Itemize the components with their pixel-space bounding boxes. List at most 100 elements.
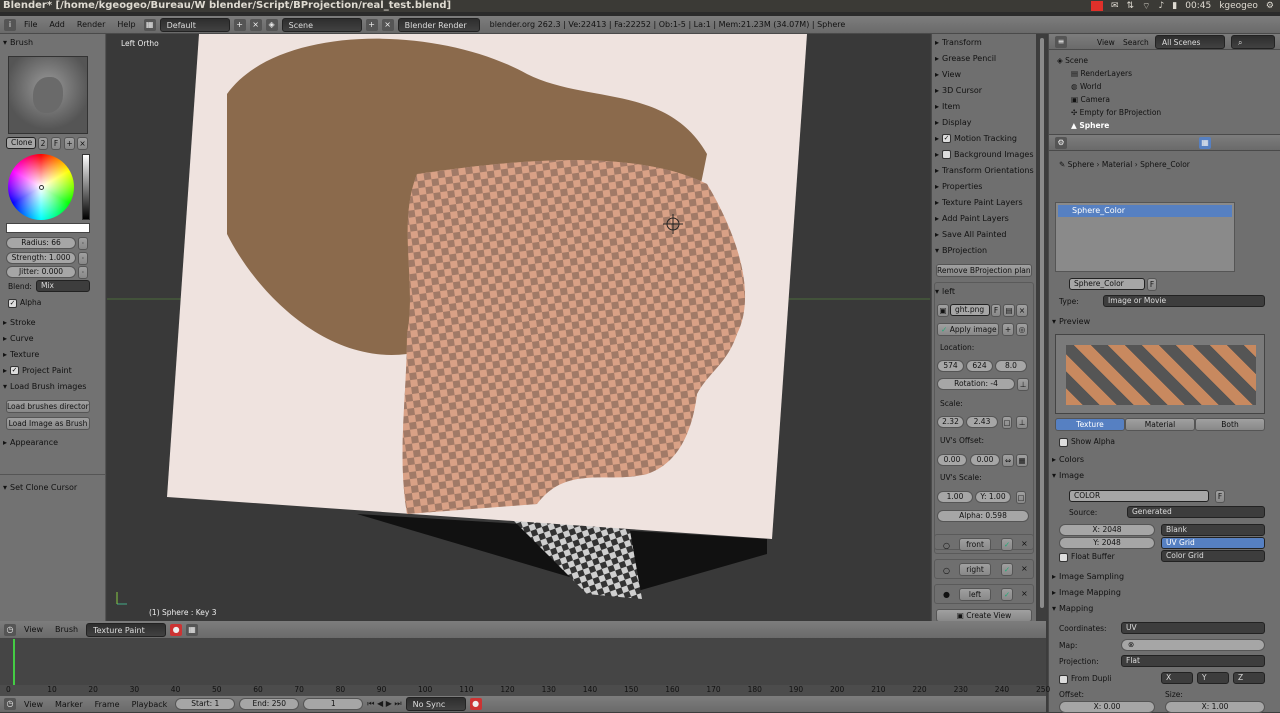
tree-renderlayers[interactable]: ▤ RenderLayers xyxy=(1071,69,1132,78)
timeline-ruler[interactable]: 0 10 20 30 40 50 60 70 80 90 100 110 120 130 140 150 160… xyxy=(0,685,1050,695)
timeline-menu-view[interactable]: View xyxy=(20,625,47,634)
image-source-dropdown[interactable]: Generated xyxy=(1127,506,1265,518)
project-paint-header[interactable]: ✓Project Paint xyxy=(2,364,102,378)
screen-icon[interactable]: ▦ xyxy=(143,18,156,31)
swap-horizontal-icon[interactable]: ⇔ xyxy=(1002,454,1014,467)
map-field[interactable]: ⊗ xyxy=(1121,639,1265,651)
remove-view-icon[interactable]: × xyxy=(1021,564,1028,573)
right-view-name[interactable]: right xyxy=(959,563,991,576)
check-icon[interactable]: ✓ xyxy=(1001,588,1013,601)
texture-tab-icon[interactable]: ▦ xyxy=(1199,137,1211,149)
location-x-field[interactable]: 574 xyxy=(937,360,964,372)
axis-x-dropdown[interactable]: X xyxy=(1161,672,1193,684)
tree-world[interactable]: ◍ World xyxy=(1071,82,1101,91)
value-slider[interactable] xyxy=(82,154,90,220)
tree-empty[interactable]: ✣ Empty for BProjection xyxy=(1071,108,1161,117)
tree-scene[interactable]: ◈ Scene xyxy=(1057,56,1088,65)
rotation-field[interactable]: Rotation: -4 xyxy=(937,378,1015,390)
image-panel-header[interactable]: Image xyxy=(1051,469,1151,483)
image-mapping-header[interactable]: Image Mapping xyxy=(1051,586,1151,600)
render-engine-dropdown[interactable]: Blender Render xyxy=(397,17,480,32)
viewport-scene[interactable] xyxy=(107,34,930,621)
color-wheel[interactable] xyxy=(8,154,74,220)
start-frame-field[interactable]: Start: 1 xyxy=(175,698,236,710)
size-x-field[interactable]: X: 1.00 xyxy=(1165,701,1265,713)
remove-view-icon[interactable]: × xyxy=(1021,589,1028,598)
image-name-field[interactable]: COLOR xyxy=(1069,490,1209,502)
check-icon[interactable]: ✓ xyxy=(1001,563,1013,576)
scale-axis-icon[interactable]: ⊥ xyxy=(1016,416,1028,429)
sort-icon[interactable]: ⇅ xyxy=(1127,1,1135,11)
right-view-row[interactable]: ○ right ✓ × xyxy=(934,559,1034,579)
brush-users[interactable]: 2 xyxy=(38,137,48,150)
view-header[interactable]: View xyxy=(934,68,1034,82)
menu-add[interactable]: Add xyxy=(45,20,69,29)
generated-x-field[interactable]: X: 2048 xyxy=(1059,524,1155,536)
set-clone-cursor-header[interactable]: Set Clone Cursor xyxy=(2,481,102,495)
tree-sphere[interactable]: ▲ Sphere xyxy=(1071,121,1109,130)
add-scene-icon[interactable]: + xyxy=(365,18,378,31)
radius-field[interactable]: Radius: 66 xyxy=(6,237,76,249)
check-icon[interactable]: ✓ xyxy=(1001,538,1013,551)
image-fake-user[interactable]: F xyxy=(1215,490,1225,503)
generated-y-field[interactable]: Y: 2048 xyxy=(1059,537,1155,549)
strength-field[interactable]: Strength: 1.000 xyxy=(6,252,76,264)
timeline-menu-playback[interactable]: Playback xyxy=(128,700,172,709)
item-header[interactable]: Item xyxy=(934,100,1034,114)
transform-orientations-header[interactable]: Transform Orientations xyxy=(934,164,1034,178)
axis-y-dropdown[interactable]: Y xyxy=(1197,672,1229,684)
strength-pressure-icon[interactable]: · xyxy=(78,252,88,265)
location-y-field[interactable]: 624 xyxy=(966,360,993,372)
rotate-axis-icon[interactable]: ⊥ xyxy=(1017,378,1029,391)
playback-controls[interactable]: ⏮ ◀ ▶ ⏭ xyxy=(367,699,401,709)
from-dupli-checkbox[interactable]: From Dupli xyxy=(1059,674,1111,684)
scene-dropdown[interactable]: Scene xyxy=(281,17,362,32)
image-fake-user[interactable]: F xyxy=(991,304,1001,317)
uv-scale-lock-icon[interactable]: ▢ xyxy=(1016,491,1026,504)
uv-offset-x-field[interactable]: 0.00 xyxy=(937,454,967,466)
remove-scene-icon[interactable]: × xyxy=(381,18,394,31)
notification-icon[interactable] xyxy=(1090,1,1103,11)
preview-panel-header[interactable]: Preview xyxy=(1051,315,1151,329)
save-all-painted-header[interactable]: Save All Painted xyxy=(934,228,1034,242)
scale-y-field[interactable]: 2.43 xyxy=(966,416,998,428)
gen-type-uv-grid[interactable]: UV Grid xyxy=(1161,537,1265,549)
current-frame-marker[interactable] xyxy=(13,639,15,685)
timeline-menu-view[interactable]: View xyxy=(20,700,47,709)
texture-panel-header[interactable]: Texture xyxy=(2,348,102,362)
left-view-name[interactable]: left xyxy=(959,588,991,601)
menu-file[interactable]: File xyxy=(20,20,41,29)
add-icon[interactable]: + xyxy=(1002,323,1014,336)
layers-icon[interactable]: ▦ xyxy=(186,623,199,636)
texture-paint-layers-header[interactable]: Texture Paint Layers xyxy=(934,196,1034,210)
gen-type-blank[interactable]: Blank xyxy=(1161,524,1265,536)
remove-screen-icon[interactable]: × xyxy=(249,18,262,31)
front-view-row[interactable]: ○ front ✓ × xyxy=(934,534,1034,554)
offset-x-field[interactable]: X: 0.00 xyxy=(1059,701,1155,713)
outliner-editor-icon[interactable]: ≡ xyxy=(1055,36,1067,48)
scroll-thumb[interactable] xyxy=(1040,38,1044,608)
timeline-menu-frame[interactable]: Frame xyxy=(91,700,124,709)
texture-name-field[interactable]: Sphere_Color xyxy=(1069,278,1145,290)
load-image-brush-button[interactable]: Load Image as Brush xyxy=(6,417,90,430)
load-brushes-directory-button[interactable]: Load brushes directory xyxy=(6,400,90,413)
image-name-field[interactable]: ght.png xyxy=(950,304,990,316)
stroke-panel-header[interactable]: Stroke xyxy=(2,316,102,330)
info-editor-icon[interactable]: i xyxy=(4,18,16,31)
shelf-scrollbar[interactable] xyxy=(1038,34,1046,621)
alpha-checkbox[interactable]: ✓ Alpha xyxy=(8,298,41,308)
brush-panel-header[interactable]: Brush xyxy=(2,36,102,50)
3d-cursor-header[interactable]: 3D Cursor xyxy=(934,84,1034,98)
remove-bprojection-plane-button[interactable]: Remove BProjection plane xyxy=(936,264,1032,277)
blend-dropdown[interactable]: Mix xyxy=(36,280,90,292)
brush-preview[interactable] xyxy=(8,56,88,134)
end-frame-field[interactable]: End: 250 xyxy=(239,698,300,710)
outliner-filter-dropdown[interactable]: All Scenes xyxy=(1155,35,1225,49)
apply-image-button[interactable]: ✓ Apply image xyxy=(937,323,999,336)
unlink-image-icon[interactable]: × xyxy=(1016,304,1028,317)
tree-camera[interactable]: ▣ Camera xyxy=(1071,95,1110,104)
left-view-row[interactable]: ● left ✓ × xyxy=(934,584,1034,604)
outliner-menu-search[interactable]: Search xyxy=(1123,38,1149,47)
timeline-menu-marker[interactable]: Marker xyxy=(51,700,87,709)
uv-scale-x-field[interactable]: 1.00 xyxy=(937,491,973,503)
